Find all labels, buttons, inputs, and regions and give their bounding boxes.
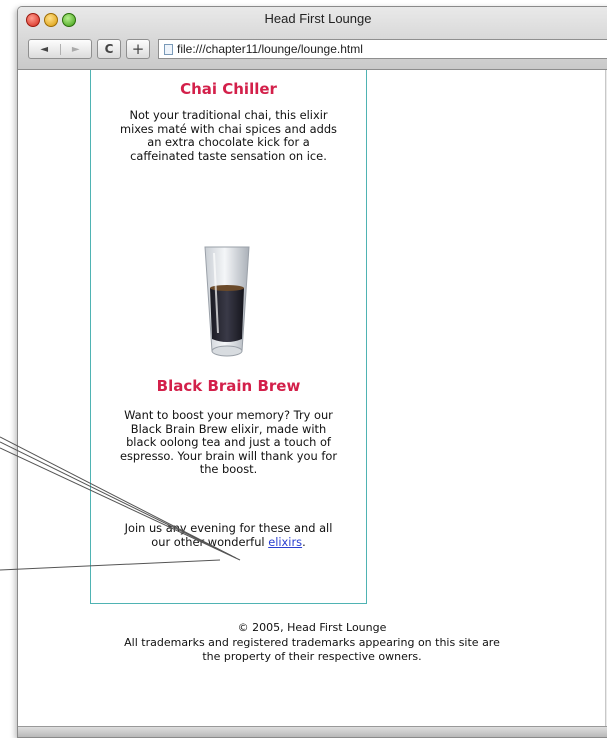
elixir-description: Not your traditional chai, this elixir m… bbox=[119, 108, 337, 163]
browser-window: Head First Lounge ◄ ► C + file:///chapte… bbox=[17, 6, 607, 738]
elixir-heading: Chai Chiller bbox=[180, 80, 277, 98]
elixir-heading: Black Brain Brew bbox=[156, 377, 301, 395]
elixirs-sidebar: Chai Chiller Not your traditional chai, … bbox=[90, 70, 367, 604]
address-bar[interactable]: file:///chapter11/lounge/lounge.html bbox=[158, 39, 607, 59]
add-bookmark-button[interactable]: + bbox=[126, 39, 150, 59]
back-button[interactable]: ◄ bbox=[29, 44, 60, 55]
page-icon bbox=[164, 43, 173, 55]
copyright-line: © 2005, Head First Lounge bbox=[237, 621, 387, 634]
back-forward-control: ◄ ► bbox=[28, 39, 92, 59]
trademark-line: the property of their respective owners. bbox=[202, 650, 422, 663]
forward-button[interactable]: ► bbox=[59, 43, 92, 55]
elixir-description: Want to boost your memory? Try our Black… bbox=[119, 408, 338, 476]
elixirs-link[interactable]: elixirs bbox=[268, 535, 302, 549]
page-footer: © 2005, Head First Lounge All trademarks… bbox=[18, 621, 606, 665]
join-period: . bbox=[302, 534, 306, 549]
page-viewport: Chai Chiller Not your traditional chai, … bbox=[18, 70, 606, 737]
join-paragraph: Join us any evening for these and all ou… bbox=[117, 521, 340, 549]
reload-button[interactable]: C bbox=[97, 39, 121, 59]
black-brain-brew-glass-image bbox=[204, 246, 250, 357]
title-bar: Head First Lounge ◄ ► C + file:///chapte… bbox=[18, 7, 607, 70]
window-title: Head First Lounge bbox=[264, 11, 372, 26]
address-url: file:///chapter11/lounge/lounge.html bbox=[177, 42, 363, 56]
trademark-line: All trademarks and registered trademarks… bbox=[124, 635, 500, 649]
